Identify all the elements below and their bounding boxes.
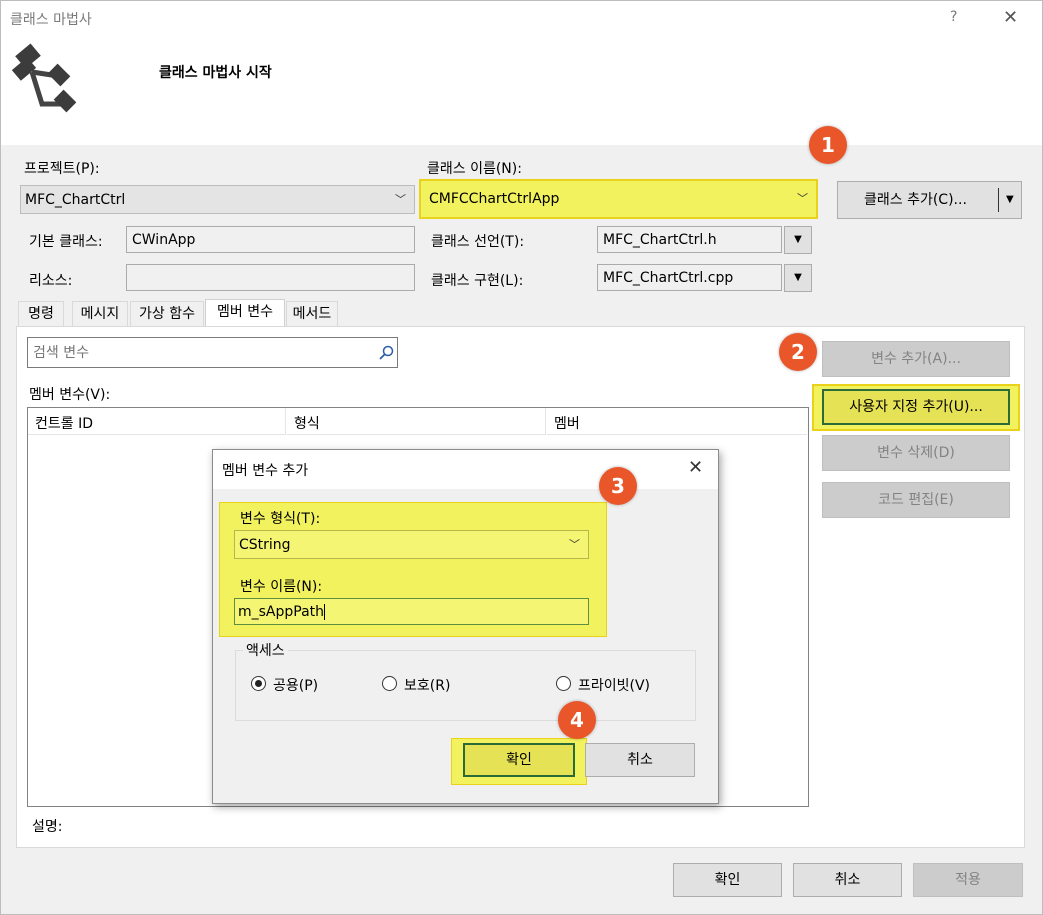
dialog-cancel-button[interactable]: 취소 [585, 743, 695, 777]
caret-down-icon[interactable]: ▼ [1006, 182, 1014, 218]
dialog-close-icon[interactable]: ✕ [688, 457, 703, 478]
window-title: 클래스 마법사 [10, 12, 92, 28]
resource-field [126, 264, 415, 291]
apply-button[interactable]: 적용 [913, 863, 1023, 897]
base-class-label: 기본 클래스: [29, 234, 103, 250]
column-header-control-id[interactable]: 컨트롤 ID [28, 408, 286, 435]
column-header-type[interactable]: 형식 [287, 408, 546, 435]
class-decl-field[interactable]: MFC_ChartCtrl.h [597, 226, 782, 253]
step-badge-3: 3 [599, 467, 637, 505]
help-icon[interactable]: ? [950, 9, 957, 25]
class-decl-dropdown-button[interactable]: ▼ [784, 226, 812, 254]
project-combo[interactable]: MFC_ChartCtrl ﹀ [20, 185, 415, 214]
search-input[interactable] [27, 337, 398, 368]
class-name-label: 클래스 이름(N): [427, 161, 522, 177]
column-header-member[interactable]: 멤버 [547, 408, 807, 435]
variable-type-combo[interactable]: CString ﹀ [234, 530, 589, 559]
project-label: 프로젝트(P): [24, 161, 100, 177]
search-input-text[interactable] [28, 338, 363, 367]
access-protected-radio[interactable] [382, 676, 397, 691]
access-public-radio[interactable] [251, 676, 266, 691]
access-private-label[interactable]: 프라이빗(V) [578, 675, 650, 695]
delete-variable-button[interactable]: 변수 삭제(D) [822, 435, 1010, 471]
class-name-value: CMFCChartCtrlApp [429, 191, 560, 207]
resource-label: 리소스: [29, 273, 73, 289]
access-group-label: 액세스 [243, 640, 288, 660]
variable-name-label: 변수 이름(N): [240, 579, 323, 595]
class-name-combo[interactable]: CMFCChartCtrlApp ﹀ [419, 179, 818, 219]
add-class-button[interactable]: 클래스 추가(C)... ▼ [837, 181, 1022, 219]
cancel-button[interactable]: 취소 [793, 863, 902, 897]
class-decl-label: 클래스 선언(T): [431, 234, 525, 250]
description-label: 설명: [32, 819, 63, 835]
class-impl-dropdown-button[interactable]: ▼ [784, 264, 812, 292]
chevron-down-icon: ﹀ [395, 193, 406, 206]
class-wizard-logo-icon [11, 43, 77, 113]
tab-messages[interactable]: 메시지 [72, 301, 128, 327]
project-value: MFC_ChartCtrl [25, 192, 126, 208]
tab-member-variables[interactable]: 멤버 변수 [205, 299, 285, 327]
chevron-down-icon: ﹀ [797, 192, 808, 205]
split-divider [998, 188, 999, 212]
variable-type-value: CString [239, 537, 291, 553]
dialog-ok-button[interactable]: 확인 [463, 743, 575, 777]
banner-heading: 클래스 마법사 시작 [159, 65, 272, 81]
add-custom-button[interactable]: 사용자 지정 추가(U)... [822, 389, 1010, 425]
variable-name-value: m_sAppPath [238, 604, 325, 620]
add-class-label: 클래스 추가(C)... [864, 192, 967, 208]
add-variable-button[interactable]: 변수 추가(A)... [822, 341, 1010, 377]
tab-methods[interactable]: 메서드 [286, 301, 338, 327]
access-private-radio[interactable] [556, 676, 571, 691]
base-class-field: CWinApp [126, 226, 415, 253]
step-badge-4: 4 [558, 701, 596, 739]
wizard-banner [1, 35, 1042, 145]
ok-button[interactable]: 확인 [673, 863, 782, 897]
tab-commands[interactable]: 명령 [18, 301, 64, 327]
edit-code-button[interactable]: 코드 편집(E) [822, 482, 1010, 518]
access-protected-label[interactable]: 보호(R) [404, 675, 450, 695]
chevron-down-icon: ﹀ [569, 538, 580, 551]
step-badge-2: 2 [779, 333, 817, 371]
access-public-label[interactable]: 공용(P) [273, 675, 318, 695]
class-impl-field[interactable]: MFC_ChartCtrl.cpp [597, 264, 782, 291]
close-icon[interactable]: ✕ [1003, 7, 1018, 28]
text-cursor [324, 604, 326, 620]
search-icon[interactable] [378, 345, 394, 361]
variable-type-label: 변수 형식(T): [240, 511, 321, 527]
variable-name-input[interactable]: m_sAppPath [234, 598, 589, 625]
dialog-title: 멤버 변수 추가 [222, 463, 309, 479]
class-impl-label: 클래스 구현(L): [431, 273, 524, 289]
title-bar [1, 1, 1042, 35]
member-list-label: 멤버 변수(V): [29, 387, 111, 403]
step-badge-1: 1 [809, 126, 847, 164]
tab-virtual-functions[interactable]: 가상 함수 [130, 301, 204, 327]
